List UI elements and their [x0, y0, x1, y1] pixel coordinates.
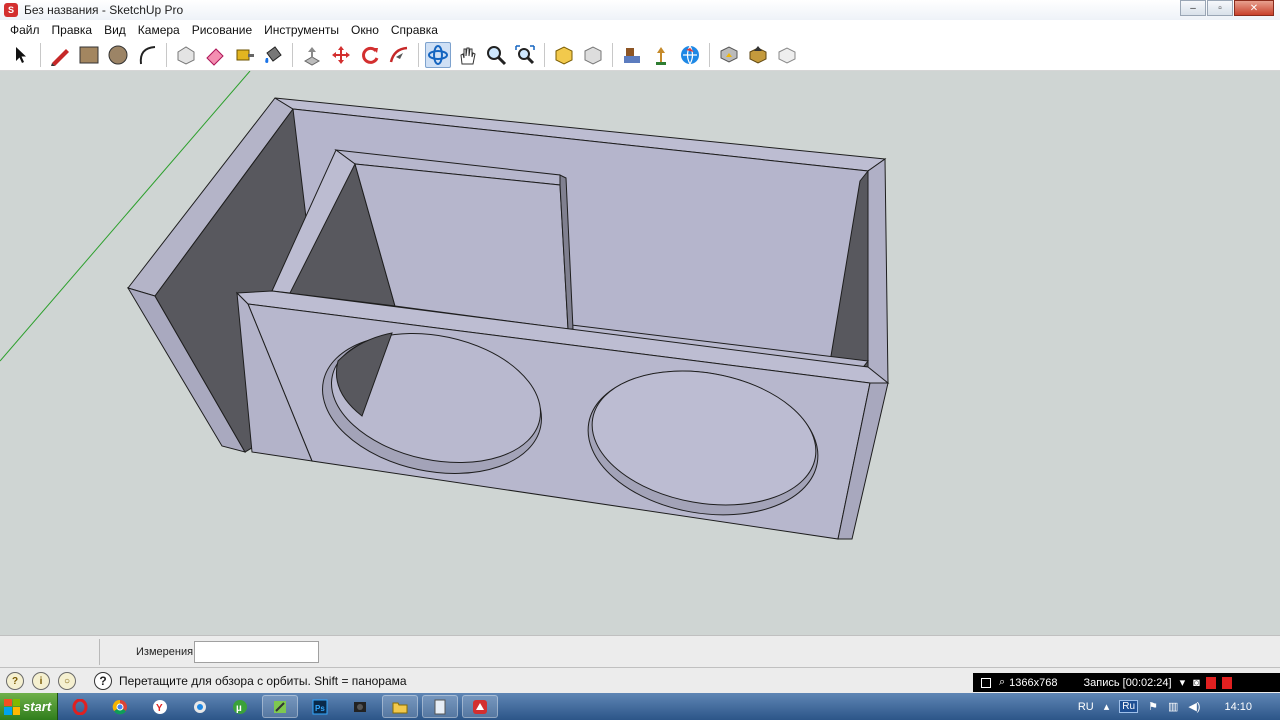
recorder-resolution: ⌕ 1366x768	[999, 676, 1058, 689]
recorder-status-text: Запись [00:02:24]	[1083, 676, 1172, 689]
recorder-resolution-text: 1366x768	[1009, 676, 1058, 689]
orbit-icon[interactable]	[425, 42, 451, 68]
toolbar-separator	[166, 43, 167, 67]
model-viewport[interactable]	[0, 71, 1280, 635]
close-button[interactable]: ✕	[1234, 0, 1274, 16]
paint-bucket-icon[interactable]	[260, 42, 286, 68]
window-controls: – ▫ ✕	[1180, 0, 1274, 16]
measurements-bar: Измерения	[0, 635, 1280, 667]
record-pause-icon[interactable]	[1221, 676, 1232, 689]
menu-help[interactable]: Справка	[385, 23, 444, 37]
camera-icon[interactable]: ◙	[1193, 677, 1200, 689]
move-icon[interactable]	[328, 42, 354, 68]
system-tray: RU ▴ Ru ⚑ ▥ ◀) 14:10	[1078, 693, 1280, 720]
help-icon[interactable]: ?	[94, 672, 112, 690]
menu-edit[interactable]: Правка	[46, 23, 99, 37]
maximize-button[interactable]: ▫	[1207, 0, 1233, 16]
measurements-spacer	[0, 638, 100, 665]
share-model-icon[interactable]	[580, 42, 606, 68]
import-icon[interactable]	[716, 42, 742, 68]
measurements-label: Измерения	[136, 646, 194, 658]
network-icon[interactable]: ▥	[1168, 700, 1178, 713]
flag-icon[interactable]: ⚑	[1148, 700, 1158, 713]
follow-me-icon[interactable]	[386, 42, 412, 68]
menu-tools[interactable]: Инструменты	[258, 23, 345, 37]
push-pull-icon[interactable]	[299, 42, 325, 68]
circle-icon[interactable]	[105, 42, 131, 68]
magnifier-icon: ⌕	[999, 676, 1006, 688]
start-button[interactable]: start	[0, 693, 58, 720]
clock[interactable]: 14:10	[1224, 701, 1252, 713]
svg-text:Y: Y	[156, 703, 163, 714]
photoshop-icon[interactable]: Ps	[302, 695, 338, 718]
utorrent-icon[interactable]: µ	[222, 695, 258, 718]
sketchup-taskbar-icon[interactable]	[462, 695, 498, 718]
notepad-plus-icon[interactable]	[262, 695, 298, 718]
svg-text:Ps: Ps	[315, 704, 325, 713]
window-title: Без названия - SketchUp Pro	[24, 3, 184, 17]
title-bar: S Без названия - SketchUp Pro – ▫ ✕	[0, 0, 1280, 20]
menu-draw[interactable]: Рисование	[186, 23, 258, 37]
pan-hand-icon[interactable]	[454, 42, 480, 68]
component-icon[interactable]	[173, 42, 199, 68]
zoom-extents-icon[interactable]	[512, 42, 538, 68]
status-hint: Перетащите для обзора с орбиты. Shift = …	[119, 674, 407, 688]
sketchup-logo-icon: S	[4, 3, 18, 17]
svg-text:µ: µ	[236, 703, 242, 714]
menu-view[interactable]: Вид	[98, 23, 132, 37]
explorer-folder-icon[interactable]	[382, 695, 418, 718]
tray-arrow-icon[interactable]: ▴	[1104, 700, 1110, 713]
toolbar-separator	[418, 43, 419, 67]
menu-camera[interactable]: Камера	[132, 23, 186, 37]
tray-language[interactable]: RU	[1078, 701, 1094, 713]
toolbar-separator	[612, 43, 613, 67]
keyboard-layout-badge[interactable]: Ru	[1119, 700, 1139, 713]
chrome-icon[interactable]	[102, 695, 138, 718]
credits-icon[interactable]: i	[32, 672, 50, 690]
warehouse-globe-icon[interactable]	[677, 42, 703, 68]
rectangle-icon[interactable]	[76, 42, 102, 68]
menu-file[interactable]: Файл	[4, 23, 46, 37]
bandicam-icon[interactable]	[342, 695, 378, 718]
start-label: start	[23, 699, 52, 714]
toolbar-separator	[292, 43, 293, 67]
eraser-icon[interactable]	[202, 42, 228, 68]
windows-flag-icon	[4, 698, 20, 715]
mail-agent-icon[interactable]	[182, 695, 218, 718]
export-icon[interactable]	[745, 42, 771, 68]
measurements-input[interactable]	[194, 641, 319, 663]
toolbar	[0, 40, 1280, 71]
volume-icon[interactable]: ◀)	[1188, 700, 1200, 713]
taskbar: start Y µ Ps RU ▴ Ru ⚑ ▥ ◀) 14:10	[0, 693, 1280, 720]
calculator-icon[interactable]	[422, 695, 458, 718]
line-pencil-icon[interactable]	[47, 42, 73, 68]
toolbar-separator	[709, 43, 710, 67]
tape-measure-icon[interactable]	[231, 42, 257, 68]
geo-location-icon[interactable]: ?	[6, 672, 24, 690]
menu-bar: Файл Правка Вид Камера Рисование Инструм…	[0, 20, 1280, 40]
toolbar-separator	[40, 43, 41, 67]
arc-icon[interactable]	[134, 42, 160, 68]
menu-window[interactable]: Окно	[345, 23, 385, 37]
recorder-status: Запись [00:02:24]	[1084, 677, 1172, 689]
recorder-bar: ⌕ 1366x768 Запись [00:02:24] ▾ ◙	[973, 673, 1280, 692]
zoom-icon[interactable]	[483, 42, 509, 68]
opera-icon[interactable]	[62, 695, 98, 718]
preview-icon[interactable]	[774, 42, 800, 68]
rotate-icon[interactable]	[357, 42, 383, 68]
speaker-box-model[interactable]	[0, 71, 1280, 635]
record-stop-icon[interactable]	[1205, 676, 1216, 689]
minimize-button[interactable]: –	[1180, 0, 1206, 16]
toolbar-separator	[544, 43, 545, 67]
user-account-icon[interactable]: ○	[58, 672, 76, 690]
get-models-icon[interactable]	[551, 42, 577, 68]
extension-icon[interactable]	[648, 42, 674, 68]
select-tool-icon[interactable]	[8, 42, 34, 68]
right-panel-edge	[867, 158, 889, 384]
yandex-icon[interactable]: Y	[142, 695, 178, 718]
recorder-dropdown-icon[interactable]: ▾	[1180, 676, 1186, 689]
components-icon[interactable]	[619, 42, 645, 68]
recorder-window-icon[interactable]	[981, 677, 991, 688]
